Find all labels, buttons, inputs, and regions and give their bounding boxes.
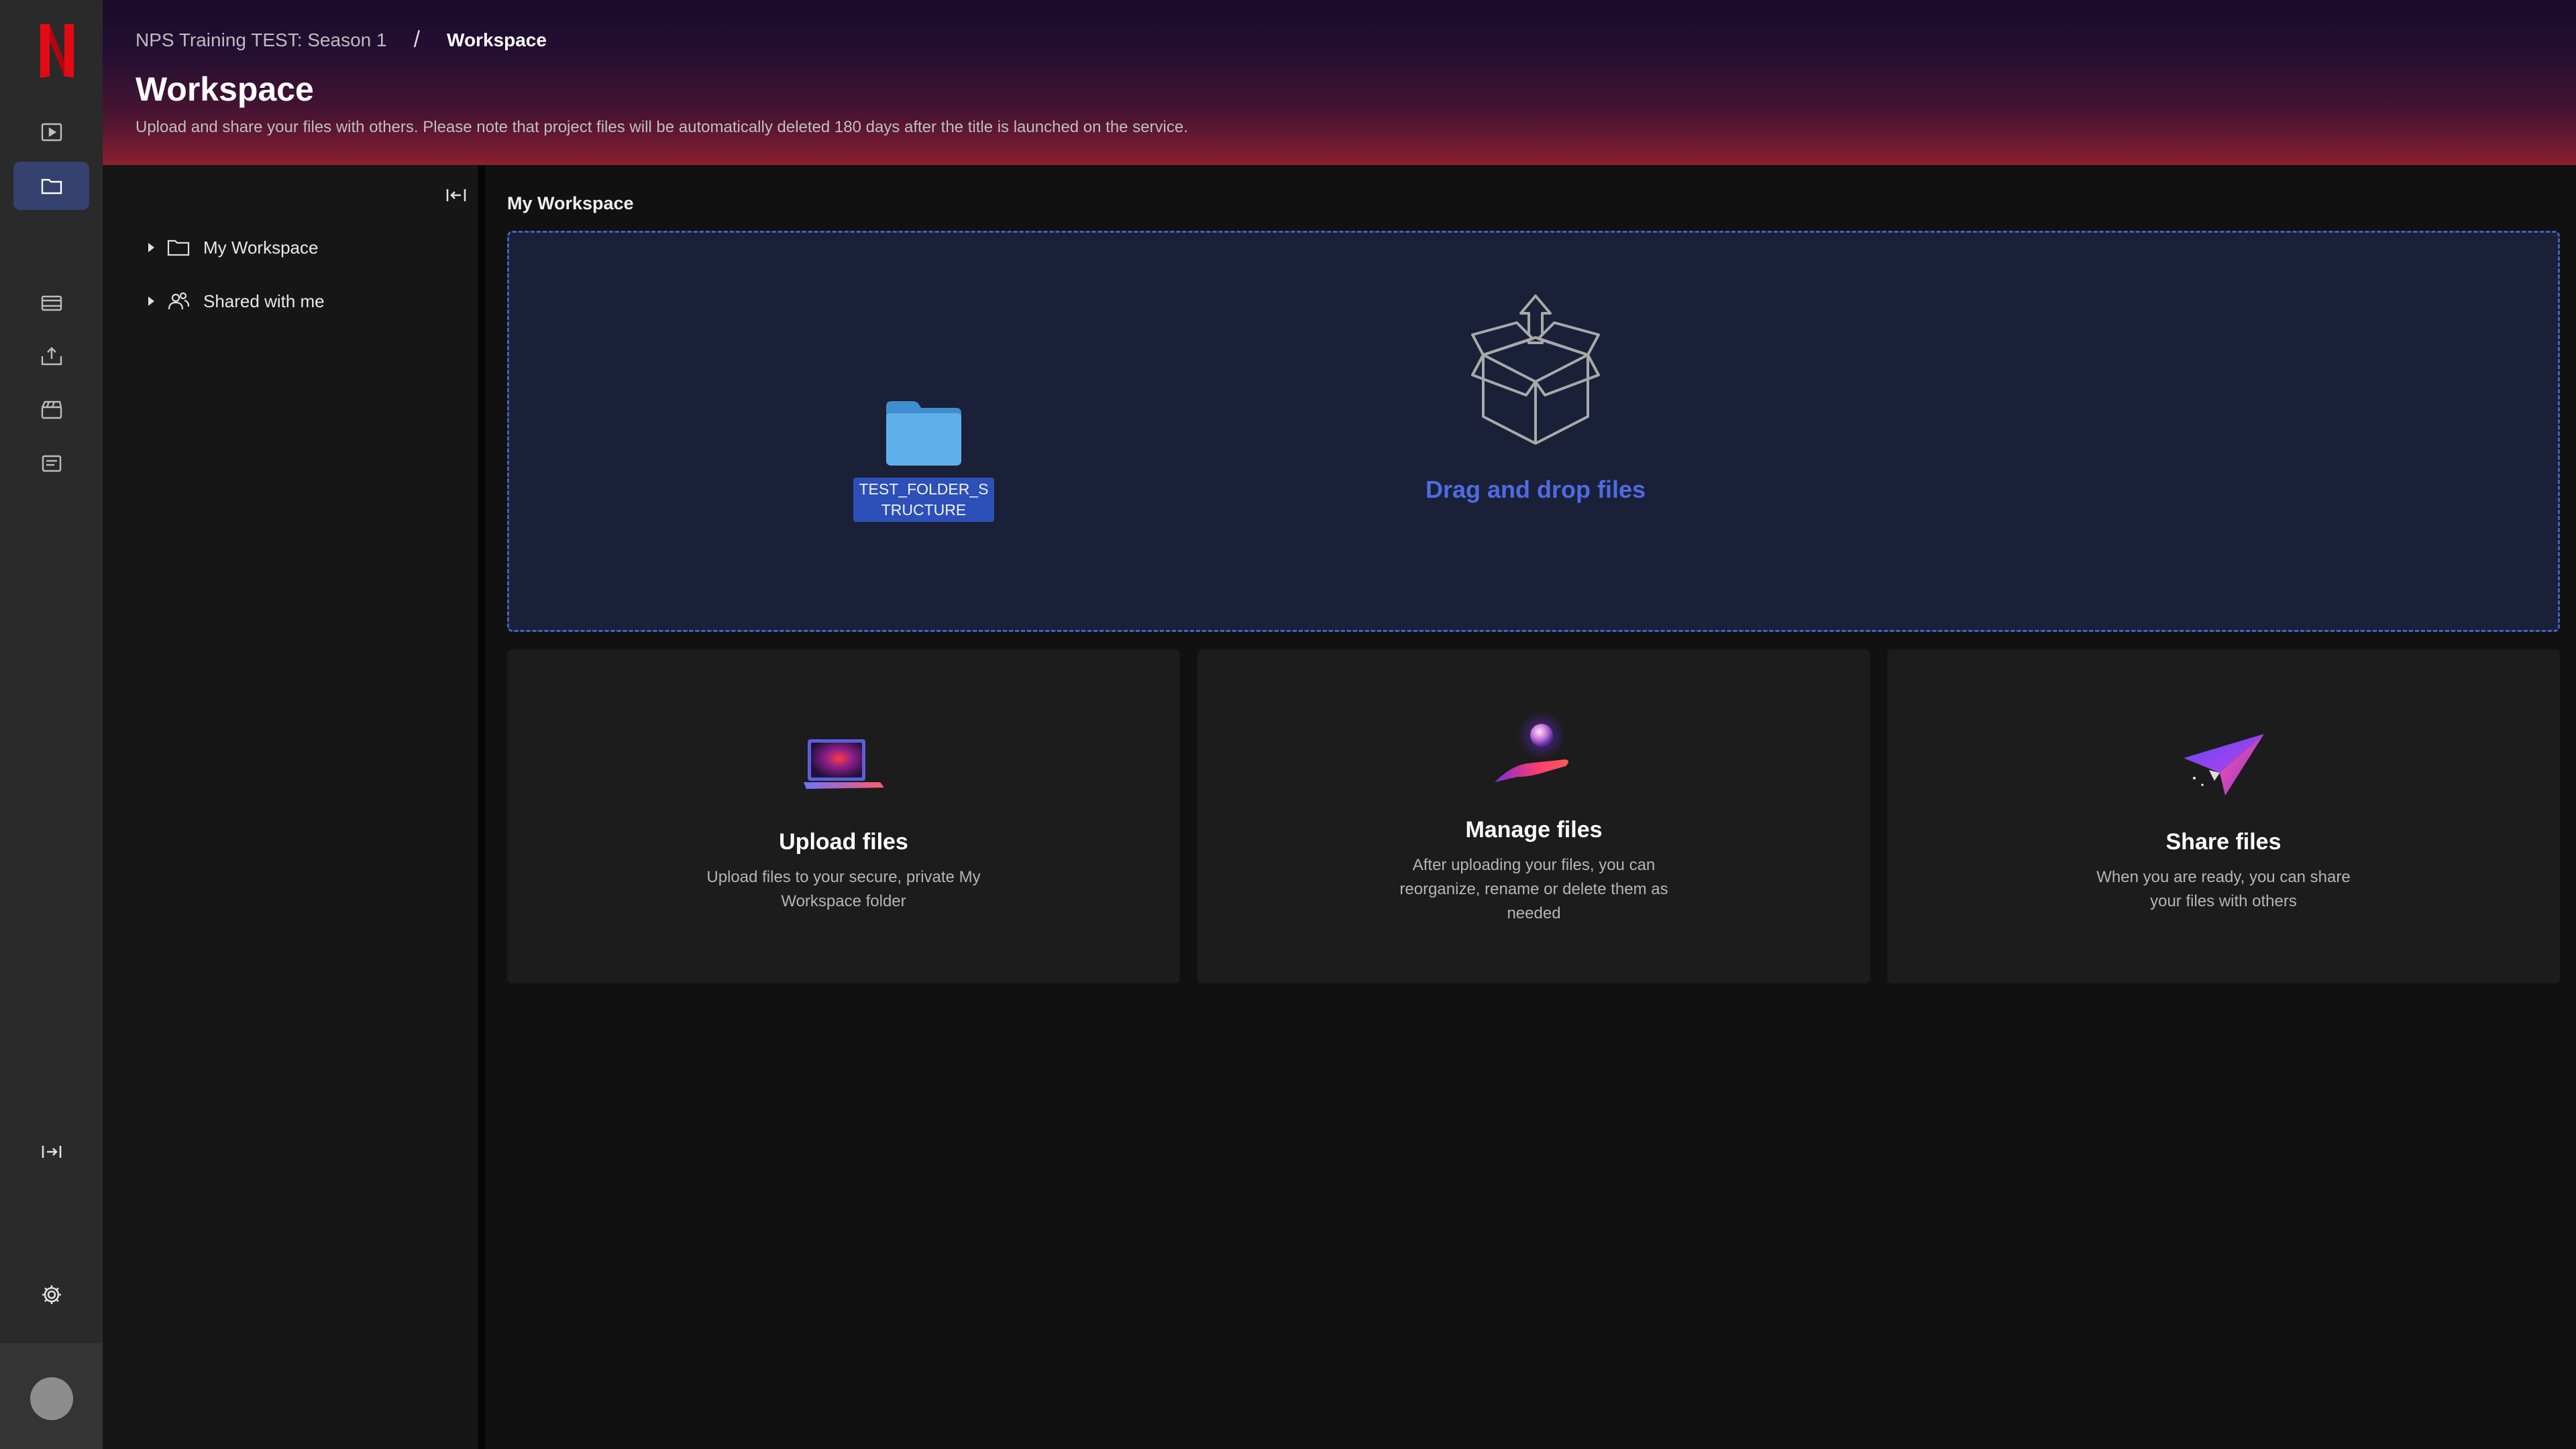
clapperboard-icon bbox=[41, 400, 62, 419]
drop-instruction: Drag and drop files bbox=[1425, 476, 1646, 503]
upload-files-card: Upload files Upload files to your secure… bbox=[507, 649, 1180, 983]
tree-item-label: Shared with me bbox=[203, 290, 325, 311]
tree-item-my-workspace[interactable]: My Workspace bbox=[143, 231, 318, 264]
card-description: When you are ready, you can share your f… bbox=[2096, 868, 2351, 910]
breadcrumb-separator: / bbox=[413, 27, 421, 52]
hand-orb-illustration bbox=[1494, 711, 1568, 782]
collapse-panel-button[interactable] bbox=[441, 180, 471, 210]
tree-item-shared-with-me[interactable]: Shared with me bbox=[143, 284, 325, 318]
caret-right-icon[interactable] bbox=[143, 293, 159, 309]
gear-icon bbox=[42, 1285, 61, 1304]
card-description: After uploading your files, you can reor… bbox=[1399, 856, 1668, 922]
panel-resize-handle[interactable] bbox=[478, 165, 486, 1449]
laptop-illustration bbox=[803, 739, 884, 789]
expand-sidebar-button[interactable] bbox=[13, 1128, 89, 1176]
file-dropzone[interactable]: TEST_FOLDER_STRUCTURE Drag and drop file… bbox=[507, 231, 2560, 632]
netflix-logo[interactable] bbox=[38, 23, 76, 79]
left-nav-rail bbox=[0, 0, 103, 1449]
card-title: Upload files bbox=[779, 829, 908, 855]
folder-tree-panel: My Workspace Shared with me bbox=[103, 165, 478, 1449]
caret-right-icon[interactable] bbox=[143, 239, 159, 256]
folder-name: TEST_FOLDER_STRUCTURE bbox=[853, 478, 994, 522]
share-files-card: Share files When you are ready, you can … bbox=[1887, 649, 2560, 983]
shared-users-icon bbox=[168, 292, 190, 310]
folder-outline-icon bbox=[167, 239, 190, 256]
card-description: Upload files to your secure, private My … bbox=[706, 868, 981, 910]
manage-files-card: Manage files After uploading your files,… bbox=[1197, 649, 1870, 983]
avatar[interactable] bbox=[30, 1377, 73, 1420]
section-title: My Workspace bbox=[507, 193, 634, 213]
paper-plane-illustration bbox=[2183, 734, 2264, 796]
document-list-icon bbox=[42, 455, 61, 472]
expand-sidebar-icon bbox=[42, 1146, 61, 1158]
breadcrumb-current: Workspace bbox=[447, 29, 547, 50]
folder-icon bbox=[886, 401, 961, 466]
rail-item-media[interactable] bbox=[13, 279, 89, 327]
film-strip-icon bbox=[41, 295, 62, 311]
rail-item-workspace[interactable] bbox=[13, 162, 89, 210]
folder-icon bbox=[41, 178, 62, 195]
upload-tray-icon bbox=[41, 347, 62, 366]
page-title: Workspace bbox=[136, 70, 314, 108]
video-play-icon bbox=[41, 123, 62, 142]
rail-item-titles[interactable] bbox=[13, 108, 89, 156]
breadcrumb: NPS Training TEST: Season 1 / Workspace bbox=[136, 27, 547, 53]
folder-item[interactable]: TEST_FOLDER_STRUCTURE bbox=[850, 397, 998, 522]
card-title: Share files bbox=[2165, 829, 2282, 855]
breadcrumb-parent-link[interactable]: NPS Training TEST: Season 1 bbox=[136, 30, 387, 51]
rail-item-documents[interactable] bbox=[13, 439, 89, 488]
collapse-panel-icon bbox=[446, 189, 466, 201]
open-box-icon bbox=[1471, 294, 1600, 445]
rail-item-deliveries[interactable] bbox=[13, 332, 89, 380]
rail-item-productions[interactable] bbox=[13, 386, 89, 434]
card-title: Manage files bbox=[1465, 817, 1603, 843]
page-subtitle: Upload and share your files with others.… bbox=[136, 118, 1188, 136]
settings-button[interactable] bbox=[13, 1271, 89, 1319]
page-header: NPS Training TEST: Season 1 / Workspace … bbox=[103, 0, 2576, 165]
tree-item-label: My Workspace bbox=[203, 237, 319, 258]
